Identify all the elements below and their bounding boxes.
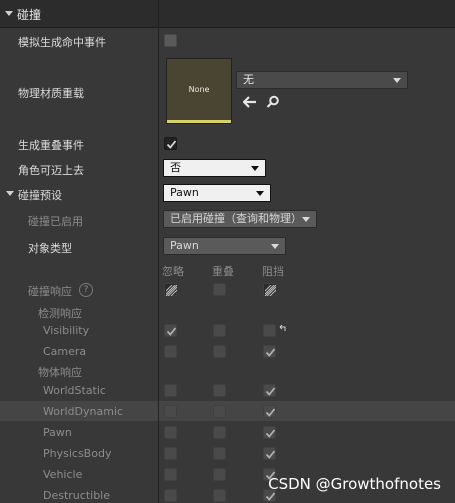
watermark: CSDN @Growthofnotes xyxy=(268,475,441,493)
collision-section-header[interactable] xyxy=(0,0,455,28)
help-question-icon[interactable]: ? xyxy=(79,283,93,297)
collision-enabled-dropdown[interactable]: 已启用碰撞（查询和物理） xyxy=(163,210,317,228)
visibility-overlap-checkbox[interactable] xyxy=(213,324,226,337)
visibility-block-checkbox[interactable] xyxy=(263,324,276,337)
can-step-up-label: 角色可迈上去 xyxy=(18,164,84,177)
trace-responses-label: 检测响应 xyxy=(38,307,82,320)
generate-overlap-events-checkbox[interactable] xyxy=(164,137,177,150)
camera-ignore-checkbox[interactable] xyxy=(164,345,177,358)
camera-overlap-checkbox[interactable] xyxy=(213,345,226,358)
generate-overlap-events-label: 生成重叠事件 xyxy=(18,139,84,152)
physicsbody-ignore-checkbox[interactable] xyxy=(164,447,177,460)
chevron-down-icon xyxy=(256,191,264,196)
vehicle-overlap-checkbox[interactable] xyxy=(213,468,226,481)
material-color-bar xyxy=(167,120,231,123)
expand-presets-arrow-icon[interactable] xyxy=(6,191,14,196)
chevron-down-icon xyxy=(271,244,279,249)
column-overlap-header: 重叠 xyxy=(212,265,234,278)
physicsbody-overlap-checkbox[interactable] xyxy=(213,447,226,460)
collision-responses-label: 碰撞响应 xyxy=(28,285,72,298)
object-row-label: PhysicsBody xyxy=(43,447,112,460)
worldstatic-overlap-checkbox[interactable] xyxy=(213,384,226,397)
can-step-up-value: 否 xyxy=(170,161,181,174)
worldstatic-ignore-checkbox[interactable] xyxy=(164,384,177,397)
object-row-label: Pawn xyxy=(43,426,72,439)
collapse-arrow-icon[interactable] xyxy=(5,11,13,16)
object-type-dropdown[interactable]: Pawn xyxy=(163,237,286,255)
collision-enabled-value: 已启用碰撞（查询和物理） xyxy=(170,212,302,225)
visibility-ignore-checkbox[interactable] xyxy=(164,324,177,337)
can-step-up-dropdown[interactable]: 否 xyxy=(163,159,266,177)
pawn-overlap-checkbox[interactable] xyxy=(213,426,226,439)
browse-search-icon[interactable] xyxy=(266,95,280,109)
worlddynamic-ignore-checkbox[interactable] xyxy=(164,405,177,418)
trace-row-label: Camera xyxy=(43,345,87,358)
column-block-header: 阻挡 xyxy=(262,265,284,278)
trace-row-label: Visibility xyxy=(43,324,90,337)
simulate-hit-events-checkbox[interactable] xyxy=(164,34,177,47)
column-ignore-header: 忽略 xyxy=(162,265,184,278)
phys-material-override-label: 物理材质重载 xyxy=(18,87,84,100)
material-thumbnail-text: None xyxy=(188,85,210,94)
worlddynamic-block-checkbox[interactable] xyxy=(263,405,276,418)
object-row-label: WorldDynamic xyxy=(43,405,124,418)
reset-to-default-icon[interactable] xyxy=(279,323,287,331)
material-picker-value: 无 xyxy=(243,73,254,86)
object-responses-label: 物体响应 xyxy=(38,366,82,379)
material-thumbnail[interactable]: None xyxy=(166,58,232,124)
all-overlap-checkbox[interactable] xyxy=(213,283,226,296)
simulate-hit-events-label: 模拟生成命中事件 xyxy=(18,36,106,49)
physicsbody-block-checkbox[interactable] xyxy=(263,447,276,460)
destructible-overlap-checkbox[interactable] xyxy=(213,489,226,502)
pawn-block-checkbox[interactable] xyxy=(263,426,276,439)
chevron-down-icon xyxy=(251,166,259,171)
all-block-mixed-checkbox[interactable] xyxy=(263,283,276,296)
material-picker-dropdown[interactable]: 无 xyxy=(236,71,408,89)
object-row-label: Destructible xyxy=(43,489,110,502)
object-row-label: WorldStatic xyxy=(43,384,106,397)
use-selected-arrow-icon[interactable] xyxy=(242,96,257,108)
section-title: 碰撞 xyxy=(17,8,42,22)
all-ignore-mixed-checkbox[interactable] xyxy=(164,283,177,296)
vehicle-ignore-checkbox[interactable] xyxy=(164,468,177,481)
object-row-label: Vehicle xyxy=(43,468,83,481)
worldstatic-block-checkbox[interactable] xyxy=(263,384,276,397)
pawn-ignore-checkbox[interactable] xyxy=(164,426,177,439)
collision-presets-value: Pawn xyxy=(170,186,199,199)
camera-block-checkbox[interactable] xyxy=(263,345,276,358)
worlddynamic-overlap-checkbox[interactable] xyxy=(213,405,226,418)
destructible-ignore-checkbox[interactable] xyxy=(164,489,177,502)
object-type-value: Pawn xyxy=(170,239,199,252)
collision-enabled-label: 碰撞已启用 xyxy=(28,215,83,228)
object-type-label: 对象类型 xyxy=(28,242,72,255)
collision-presets-label: 碰撞预设 xyxy=(18,189,62,202)
chevron-down-icon xyxy=(302,217,310,222)
chevron-down-icon xyxy=(393,78,401,83)
collision-presets-dropdown[interactable]: Pawn xyxy=(163,184,271,202)
column-divider[interactable] xyxy=(158,0,159,503)
